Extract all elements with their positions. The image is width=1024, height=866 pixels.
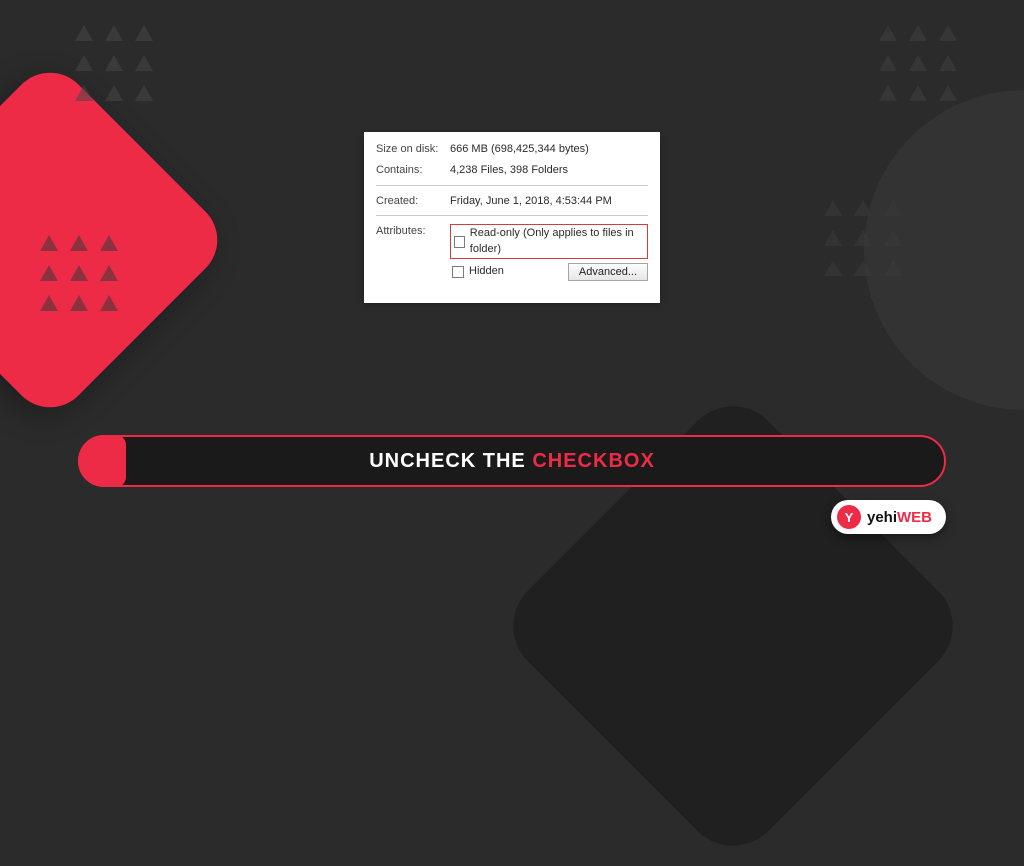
triangle-icon bbox=[100, 235, 118, 251]
triangle-icon bbox=[854, 260, 872, 276]
triangle-icon bbox=[40, 265, 58, 281]
brand-logo-icon: Y bbox=[837, 505, 861, 529]
triangle-icon bbox=[939, 85, 957, 101]
triangle-icon bbox=[909, 55, 927, 71]
created-label: Created: bbox=[376, 194, 440, 209]
triangle-icon bbox=[75, 25, 93, 41]
caption-text: UNCHECK THE CHECKBOX bbox=[369, 450, 655, 473]
triangle-icon bbox=[100, 265, 118, 281]
brand-name-part1: yehi bbox=[867, 509, 897, 526]
triangle-icon bbox=[909, 85, 927, 101]
triangle-icon bbox=[75, 85, 93, 101]
attributes-label: Attributes: bbox=[376, 224, 440, 281]
decor-triangles-mid-right bbox=[824, 200, 904, 280]
triangle-icon bbox=[70, 265, 88, 281]
triangle-icon bbox=[105, 85, 123, 101]
size-on-disk-label: Size on disk: bbox=[376, 142, 440, 157]
readonly-row: Read-only (Only applies to files in fold… bbox=[450, 224, 648, 259]
triangle-icon bbox=[40, 235, 58, 251]
decor-triangles-mid-left bbox=[40, 235, 120, 315]
hidden-checkbox[interactable] bbox=[452, 266, 464, 278]
triangle-icon bbox=[879, 85, 897, 101]
decor-triangles-top-right bbox=[879, 25, 959, 105]
triangle-icon bbox=[939, 55, 957, 71]
caption-part2: CHECKBOX bbox=[532, 450, 654, 472]
hidden-label: Hidden bbox=[469, 264, 504, 279]
caption-container: UNCHECK THE CHECKBOX bbox=[78, 435, 946, 487]
contains-value: 4,238 Files, 398 Folders bbox=[450, 163, 648, 178]
triangle-icon bbox=[879, 55, 897, 71]
triangle-icon bbox=[854, 200, 872, 216]
divider bbox=[376, 215, 648, 216]
advanced-button[interactable]: Advanced... bbox=[568, 263, 648, 281]
triangle-icon bbox=[824, 200, 842, 216]
triangle-icon bbox=[100, 295, 118, 311]
triangle-icon bbox=[909, 25, 927, 41]
triangle-icon bbox=[879, 25, 897, 41]
triangle-icon bbox=[70, 295, 88, 311]
caption-accent bbox=[78, 435, 126, 487]
triangle-icon bbox=[135, 85, 153, 101]
brand-name: yehiWEB bbox=[867, 509, 932, 526]
triangle-icon bbox=[105, 25, 123, 41]
triangle-icon bbox=[75, 55, 93, 71]
divider bbox=[376, 185, 648, 186]
brand-badge: Y yehiWEB bbox=[831, 500, 946, 534]
triangle-icon bbox=[135, 55, 153, 71]
readonly-checkbox[interactable] bbox=[454, 236, 465, 248]
caption-part1: UNCHECK THE bbox=[369, 450, 532, 472]
triangle-icon bbox=[105, 55, 123, 71]
readonly-label: Read-only (Only applies to files in fold… bbox=[470, 226, 644, 257]
triangle-icon bbox=[824, 230, 842, 246]
triangle-icon bbox=[884, 200, 902, 216]
created-value: Friday, June 1, 2018, 4:53:44 PM bbox=[450, 194, 648, 209]
hidden-row: Hidden bbox=[450, 263, 506, 280]
contains-label: Contains: bbox=[376, 163, 440, 178]
triangle-icon bbox=[40, 295, 58, 311]
triangle-icon bbox=[884, 260, 902, 276]
decor-triangles-top-left bbox=[75, 25, 155, 105]
brand-name-part2: WEB bbox=[897, 509, 932, 526]
triangle-icon bbox=[939, 25, 957, 41]
triangle-icon bbox=[135, 25, 153, 41]
caption-bar: UNCHECK THE CHECKBOX bbox=[78, 435, 946, 487]
triangle-icon bbox=[884, 230, 902, 246]
properties-panel: Size on disk: 666 MB (698,425,344 bytes)… bbox=[364, 132, 660, 303]
triangle-icon bbox=[824, 260, 842, 276]
triangle-icon bbox=[70, 235, 88, 251]
size-on-disk-value: 666 MB (698,425,344 bytes) bbox=[450, 142, 648, 157]
triangle-icon bbox=[854, 230, 872, 246]
